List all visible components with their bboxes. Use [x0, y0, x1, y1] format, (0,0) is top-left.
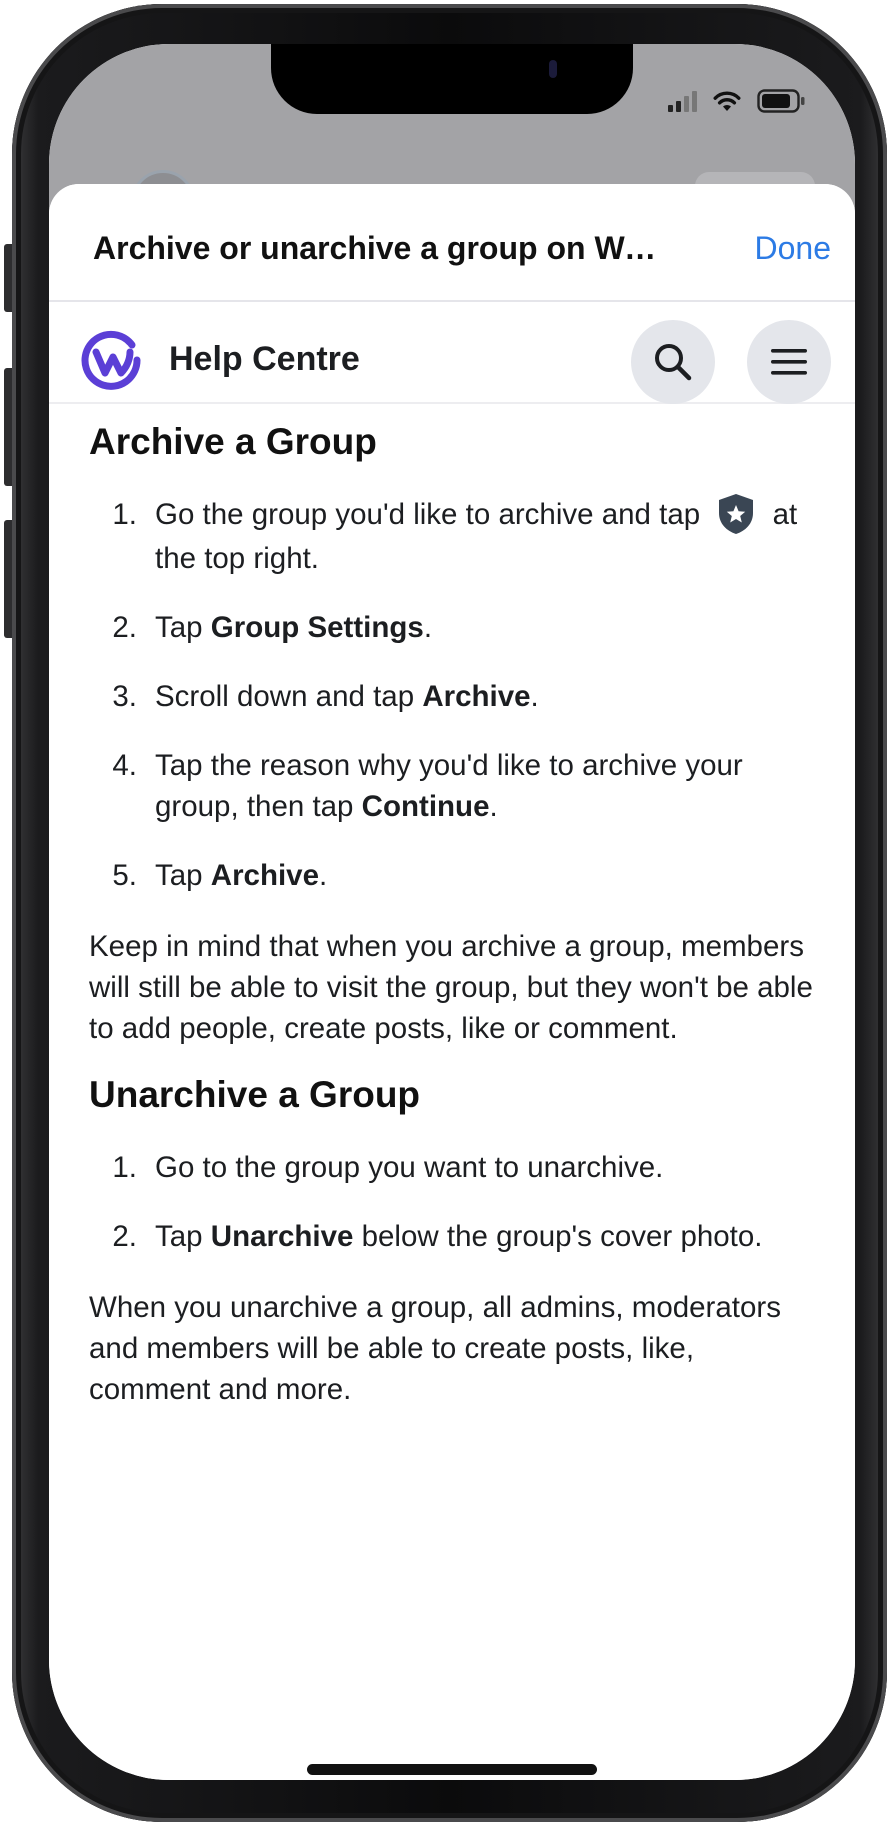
- archive-step-2: 2. Tap Group Settings.: [89, 607, 819, 648]
- ringer-switch: [4, 244, 12, 312]
- done-button[interactable]: Done: [755, 230, 832, 267]
- camera-notch: [271, 44, 633, 114]
- step-number: 1.: [112, 498, 137, 531]
- sheet-header: Archive or unarchive a group on Wor... D…: [49, 184, 855, 302]
- menu-button[interactable]: [747, 320, 831, 404]
- archive-step-3: 3. Scroll down and tap Archive.: [89, 676, 819, 717]
- step-text: .: [489, 790, 498, 824]
- step-text: Tap: [155, 1220, 211, 1254]
- step-text: Go to the group you want to unarchive.: [155, 1151, 664, 1185]
- unarchive-steps: 1. Go to the group you want to unarchive…: [89, 1147, 819, 1257]
- cellular-signal-icon: [668, 90, 697, 112]
- wifi-icon: [713, 91, 741, 111]
- step-emphasis: Group Settings: [210, 611, 424, 645]
- step-emphasis: Continue: [361, 790, 490, 824]
- search-button[interactable]: [631, 320, 715, 404]
- volume-down-button: [4, 520, 12, 638]
- front-camera: [549, 60, 557, 78]
- help-sheet: Archive or unarchive a group on Wor... D…: [49, 184, 855, 1780]
- archive-step-4: 4. Tap the reason why you'd like to arch…: [89, 745, 819, 827]
- archive-steps: 1. Go the group you'd like to archive an…: [89, 494, 819, 896]
- help-article: Archive a Group 1. Go the group you'd li…: [89, 406, 819, 1410]
- step-text: below the group's cover photo.: [353, 1220, 763, 1254]
- home-indicator[interactable]: [307, 1764, 597, 1775]
- step-number: 2.: [112, 1220, 137, 1254]
- step-emphasis: Unarchive: [210, 1220, 354, 1254]
- step-number: 3.: [112, 680, 137, 714]
- archive-step-1: 1. Go the group you'd like to archive an…: [89, 494, 819, 579]
- workplace-logo-icon: [81, 330, 141, 390]
- step-emphasis: Archive: [210, 859, 319, 893]
- admin-shield-star-icon: [719, 494, 754, 535]
- step-emphasis: Archive: [422, 680, 531, 714]
- hamburger-menu-icon: [771, 349, 807, 375]
- step-text: .: [530, 680, 539, 714]
- step-number: 4.: [112, 749, 137, 783]
- step-text: .: [423, 611, 433, 645]
- unarchive-note: When you unarchive a group, all admins, …: [89, 1291, 781, 1407]
- help-centre-title: Help Centre: [169, 340, 360, 378]
- step-text: Scroll down and tap: [155, 680, 423, 714]
- step-text: .: [319, 859, 328, 893]
- help-centre-bar: Help Centre: [49, 302, 855, 404]
- archive-step-5: 5. Tap Archive.: [89, 855, 819, 896]
- step-number: 1.: [112, 1151, 137, 1185]
- unarchive-step-1: 1. Go to the group you want to unarchive…: [89, 1147, 819, 1188]
- volume-up-button: [4, 368, 12, 486]
- unarchive-heading: Unarchive a Group: [89, 1074, 421, 1116]
- archive-note: Keep in mind that when you archive a gro…: [89, 930, 813, 1046]
- step-text: Tap: [155, 859, 211, 893]
- step-number: 5.: [112, 859, 137, 893]
- step-text: Go the group you'd like to archive and t…: [155, 498, 701, 531]
- unarchive-step-2: 2. Tap Unarchive below the group's cover…: [89, 1216, 819, 1257]
- status-bar: [668, 84, 807, 118]
- archive-heading: Archive a Group: [89, 421, 377, 462]
- sheet-title: Archive or unarchive a group on Wor...: [93, 230, 673, 266]
- battery-icon: [757, 89, 805, 113]
- step-text: Tap: [155, 611, 211, 645]
- phone-screen: Archive or unarchive a group on Wor... D…: [49, 44, 855, 1780]
- search-icon: [655, 344, 692, 381]
- step-number: 2.: [112, 611, 137, 645]
